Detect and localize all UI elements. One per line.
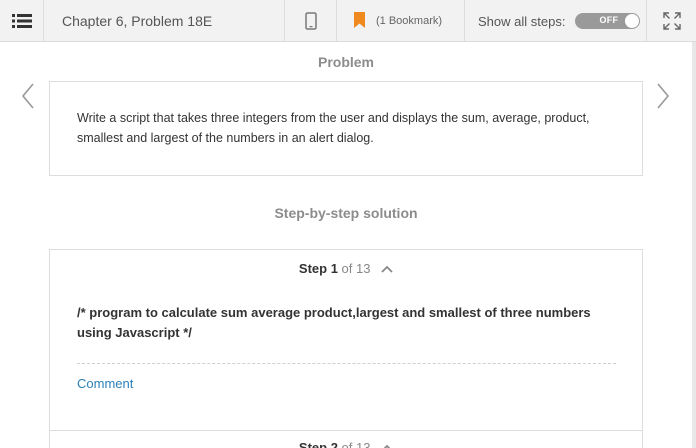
solution-heading: Step-by-step solution bbox=[274, 205, 418, 221]
bookmark-label: (1 Bookmark) bbox=[376, 15, 443, 27]
chevron-right-icon bbox=[657, 83, 670, 109]
menu-button[interactable] bbox=[0, 0, 44, 42]
chapter-title-text: Chapter 6, Problem 18E bbox=[62, 13, 213, 29]
scrollbar-track[interactable] bbox=[692, 42, 696, 448]
list-menu-icon bbox=[11, 14, 32, 28]
next-problem-button[interactable] bbox=[653, 82, 673, 110]
mobile-device-icon bbox=[304, 12, 317, 30]
previous-problem-button[interactable] bbox=[18, 82, 38, 110]
step-1-label: Step 1 bbox=[298, 261, 338, 276]
show-all-steps-toggle[interactable]: OFF bbox=[575, 13, 641, 29]
problem-heading: Problem bbox=[317, 54, 374, 70]
show-all-steps: Show all steps: OFF bbox=[465, 0, 647, 42]
step-1-comment-link[interactable]: Comment bbox=[77, 376, 133, 391]
bookmark-icon bbox=[354, 11, 365, 31]
step-1-body: /* program to calculate sum average prod… bbox=[77, 305, 591, 340]
chevron-up-icon[interactable] bbox=[381, 261, 393, 276]
show-steps-label: Show all steps: bbox=[478, 13, 566, 29]
step-1-divider bbox=[77, 363, 616, 364]
problem-box: Write a script that takes three integers… bbox=[49, 81, 643, 176]
problem-text: Write a script that takes three integers… bbox=[77, 111, 590, 145]
step-1-header[interactable]: Step 1 of 13 bbox=[50, 261, 642, 276]
step-2-header[interactable]: Step 2 of 13 bbox=[50, 440, 642, 448]
fullscreen-button[interactable] bbox=[647, 0, 696, 42]
step-separator bbox=[50, 430, 642, 431]
chevron-left-icon bbox=[21, 83, 34, 109]
toggle-state-label: OFF bbox=[599, 15, 619, 25]
expand-fullscreen-icon bbox=[662, 12, 681, 30]
chevron-up-icon[interactable] bbox=[381, 440, 393, 448]
steps-container: Step 1 of 13 /* program to calculate sum… bbox=[49, 249, 643, 448]
bookmark-button[interactable]: (1 Bookmark) bbox=[337, 0, 465, 42]
step-2-label: Step 2 bbox=[298, 440, 338, 448]
step-1-of: of 13 bbox=[341, 261, 371, 276]
chapter-title[interactable]: Chapter 6, Problem 18E bbox=[44, 0, 285, 42]
step-2-of: of 13 bbox=[341, 440, 371, 448]
mobile-view-button[interactable] bbox=[285, 0, 337, 42]
top-toolbar: Chapter 6, Problem 18E (1 Bookmark) Show… bbox=[0, 0, 696, 42]
toggle-knob bbox=[625, 14, 640, 28]
